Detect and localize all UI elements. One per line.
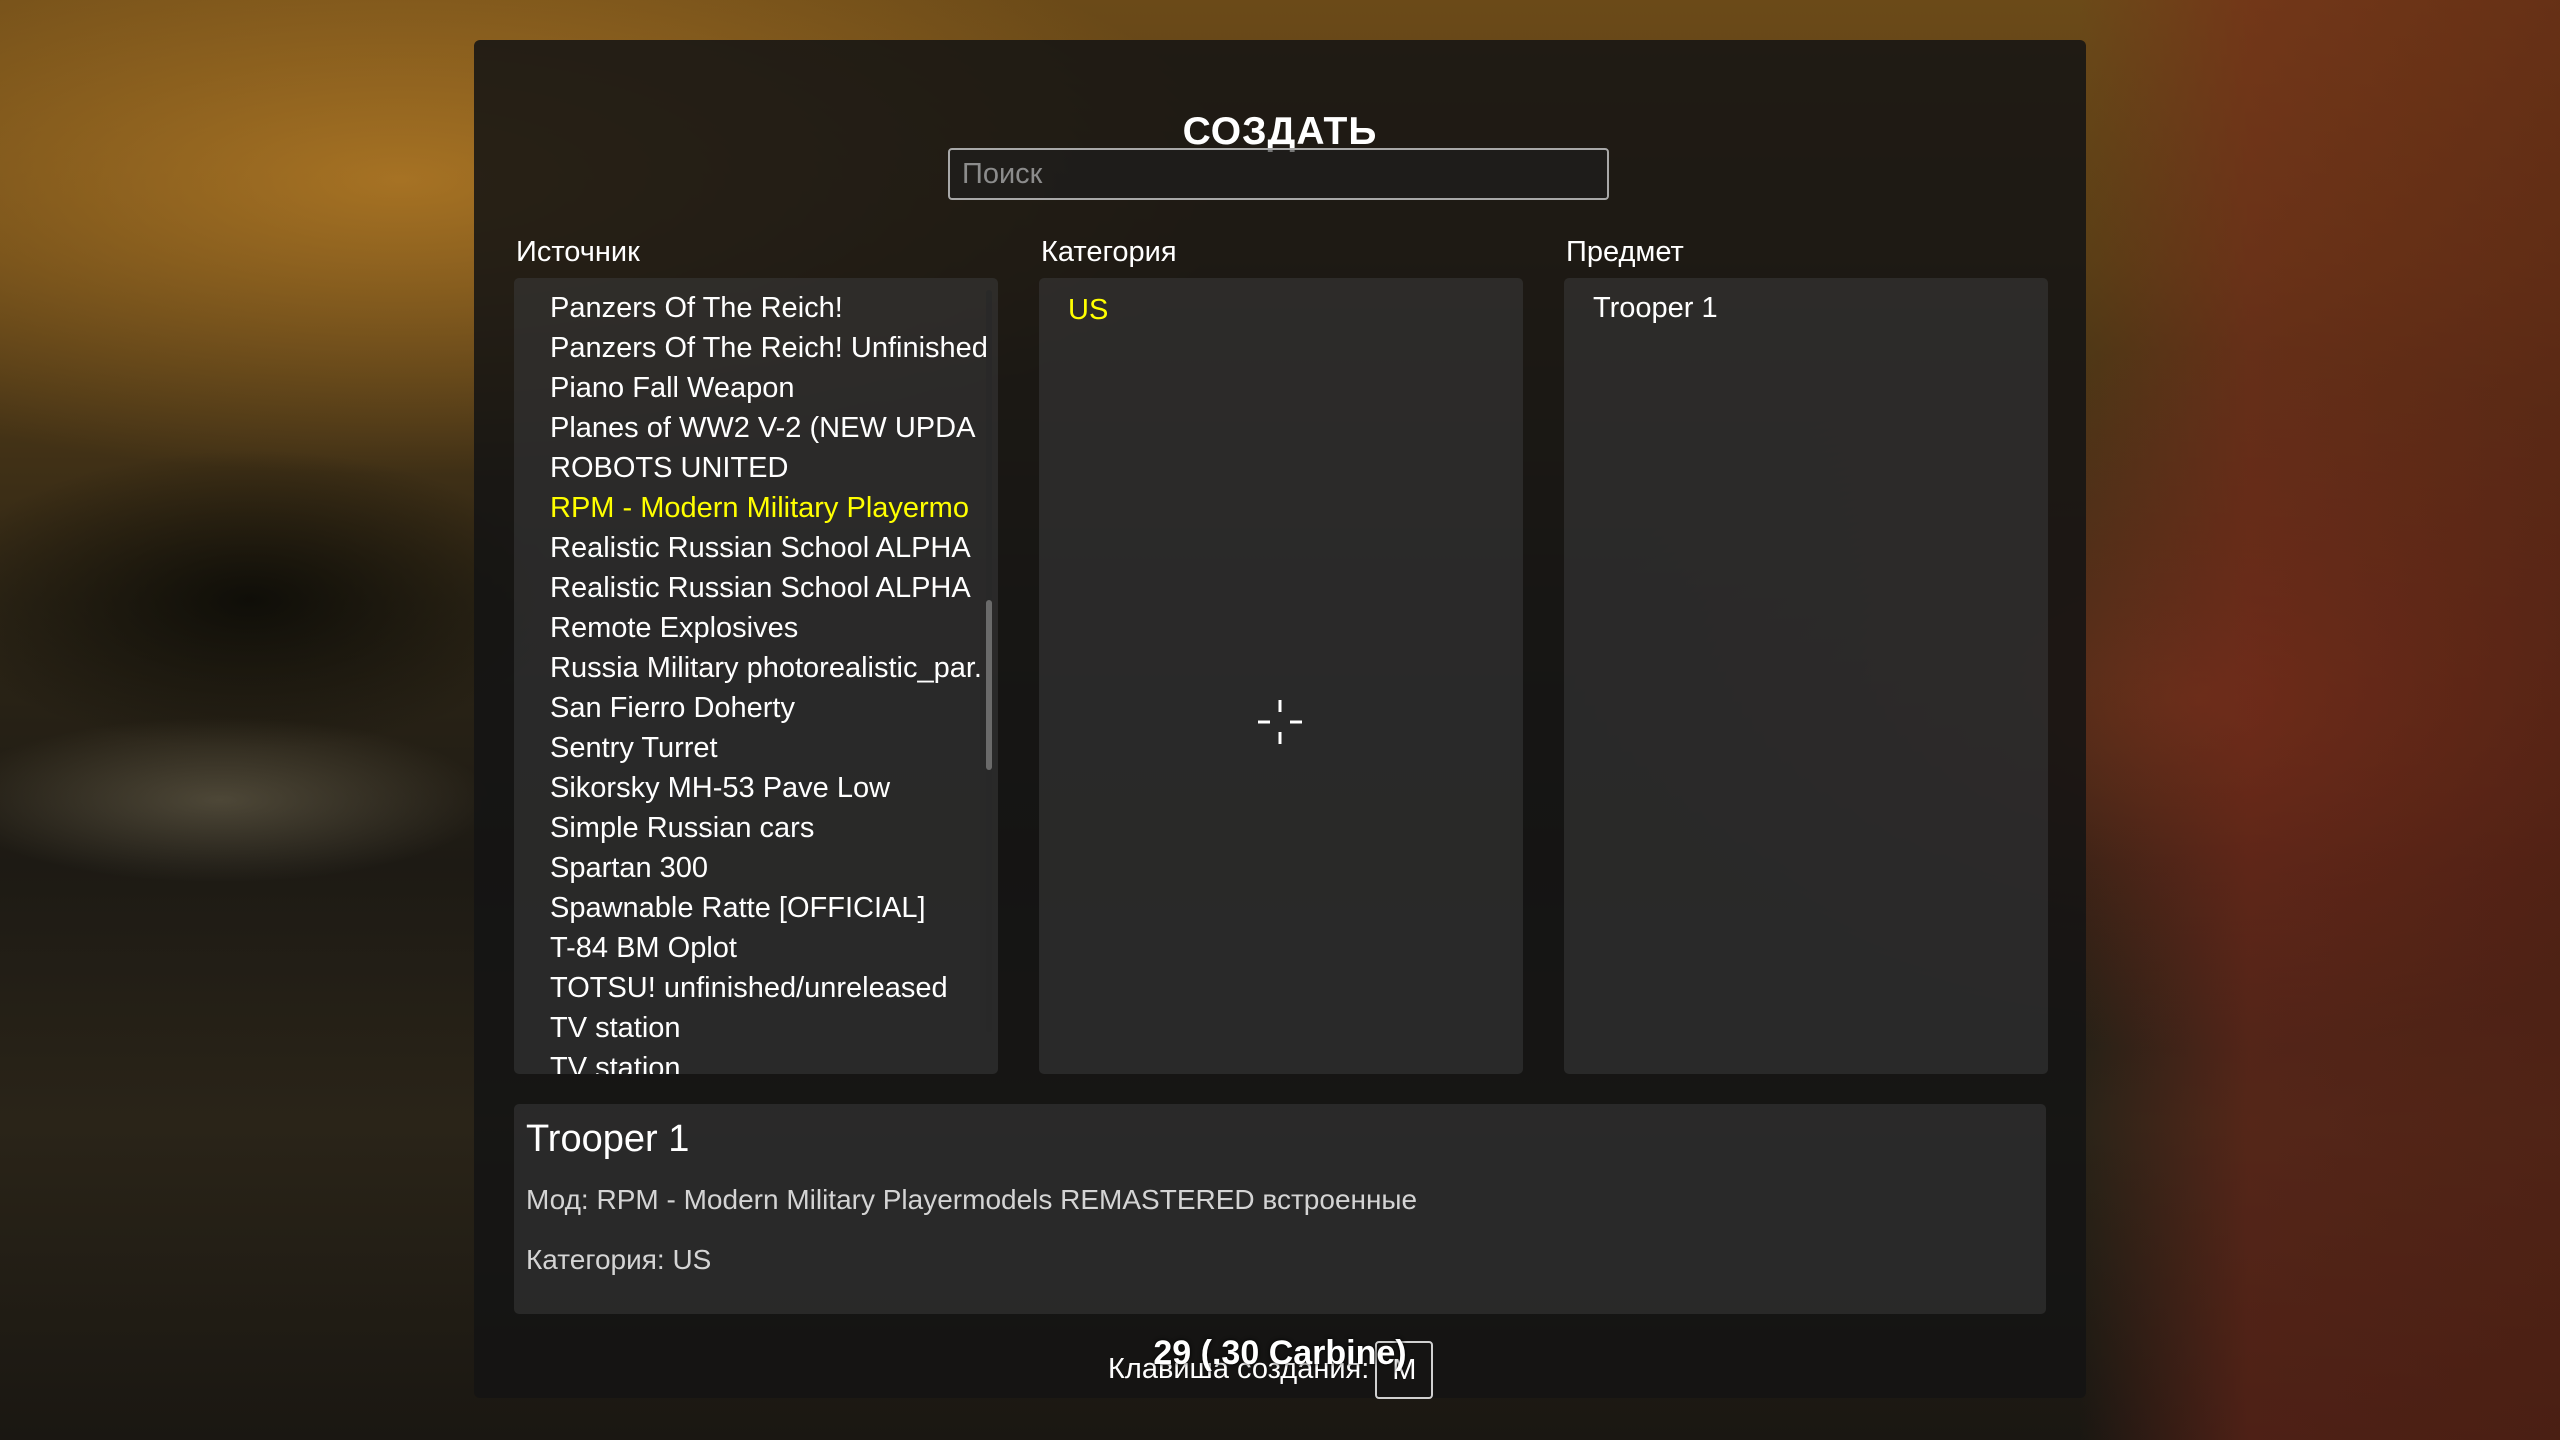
source-list-item[interactable]: ROBOTS UNITED [514,448,998,488]
source-list-item[interactable]: San Fierro Doherty [514,688,998,728]
source-scrollbar[interactable] [986,290,992,1032]
item-column-label: Предмет [1566,236,1684,268]
source-list-item[interactable]: Remote Explosives [514,608,998,648]
source-list-item[interactable]: Panzers Of The Reich! Unfinished [514,328,998,368]
details-category-text: Категория: US [526,1244,712,1275]
source-list-item[interactable]: Spawnable Ratte [OFFICIAL] [514,888,998,928]
details-mod-text: Мод: RPM - Modern Military Playermodels … [526,1184,1418,1215]
search-input[interactable] [948,148,1609,200]
source-list: Panzers Of The Reich! Panzers Of The Reic… [514,278,998,1074]
source-list-item[interactable]: Spartan 300 [514,848,998,888]
category-list: US [1039,278,1523,330]
source-panel: Panzers Of The Reich! Panzers Of The Reic… [514,278,998,1074]
source-scrollbar-thumb[interactable] [986,600,992,770]
item-details-panel: Trooper 1 Мод: RPM - Modern Military Pla… [514,1104,2046,1314]
source-list-item[interactable]: Sikorsky MH-53 Pave Low [514,768,998,808]
category-panel: US [1039,278,1523,1074]
item-list-item[interactable]: Trooper 1 [1564,288,2048,328]
source-column-label: Источник [516,236,640,268]
source-list-item[interactable]: Realistic Russian School ALPHA [514,528,998,568]
source-list-item[interactable]: Sentry Turret [514,728,998,768]
source-list-item[interactable]: TV station [514,1048,998,1074]
source-list-item[interactable]: RPM - Modern Military Playermo [514,488,998,528]
item-panel: Trooper 1 [1564,278,2048,1074]
details-item-name: Trooper 1 [526,1118,690,1160]
category-list-item[interactable]: US [1039,290,1523,330]
source-list-item[interactable]: Simple Russian cars [514,808,998,848]
source-list-item[interactable]: Realistic Russian School ALPHA [514,568,998,608]
ammo-counter: 29 (.30 Carbine) [1153,1334,1407,1372]
category-column-label: Категория [1041,236,1177,268]
source-list-item[interactable]: TOTSU! unfinished/unreleased [514,968,998,1008]
source-list-item[interactable]: Panzers Of The Reich! [514,288,998,328]
item-list: Trooper 1 [1564,278,2048,328]
source-list-item[interactable]: TV station [514,1008,998,1048]
source-list-item[interactable]: Planes of WW2 V-2 (NEW UPDA [514,408,998,448]
crosshair-icon [1258,700,1302,744]
source-list-item[interactable]: Russia Military photorealistic_par. [514,648,998,688]
source-list-item[interactable]: Piano Fall Weapon [514,368,998,408]
source-list-item[interactable]: T-84 BM Oplot [514,928,998,968]
background-brick-wall [2080,0,2560,1440]
